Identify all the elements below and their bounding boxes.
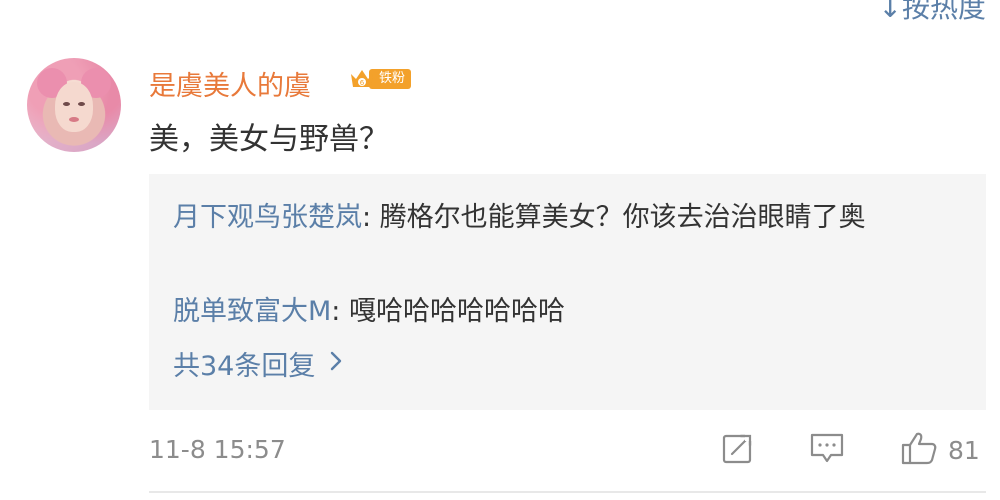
like-button[interactable]: 81 [900, 430, 980, 470]
repost-icon [721, 431, 755, 469]
comment-icon [809, 431, 845, 469]
more-replies-label: 共34条回复 [173, 351, 316, 382]
reply-separator: : [331, 296, 349, 327]
reply-separator: : [362, 202, 380, 233]
sort-by-hot-toggle[interactable]: ↓按热度 [879, 0, 986, 26]
comment-timestamp: 11-8 15:57 [149, 435, 286, 464]
comment-username[interactable]: 是虞美人的虞 [149, 64, 311, 103]
view-all-replies-link[interactable]: 共34条回复 [173, 344, 343, 383]
reply-author[interactable]: 脱单致富大M [173, 296, 331, 327]
comment-button[interactable] [809, 430, 845, 470]
comment-body: 美，美女与野兽？ [149, 122, 389, 157]
like-count: 81 [948, 435, 980, 465]
user-avatar[interactable] [27, 58, 121, 152]
reply-text: 嘎哈哈哈哈哈哈哈 [348, 296, 565, 327]
chevron-right-icon [329, 349, 343, 379]
repost-button[interactable] [721, 430, 755, 470]
comment-divider [149, 491, 986, 493]
fan-badge: 6 铁粉 [349, 67, 412, 91]
fan-badge-label: 铁粉 [369, 69, 412, 89]
thumbs-up-icon [900, 430, 938, 470]
crown-icon: 6 [349, 67, 375, 91]
reply-item[interactable]: 月下观鸟张楚岚: 腾格尔也能算美女？你该去治治眼睛了奥 [173, 196, 968, 240]
reply-author[interactable]: 月下观鸟张楚岚 [173, 202, 362, 233]
reply-item[interactable]: 脱单致富大M: 嘎哈哈哈哈哈哈哈 [173, 290, 968, 334]
reply-text: 腾格尔也能算美女？你该去治治眼睛了奥 [379, 202, 866, 233]
reply-list: 月下观鸟张楚岚: 腾格尔也能算美女？你该去治治眼睛了奥 脱单致富大M: 嘎哈哈哈… [149, 174, 986, 410]
svg-text:6: 6 [360, 79, 365, 87]
